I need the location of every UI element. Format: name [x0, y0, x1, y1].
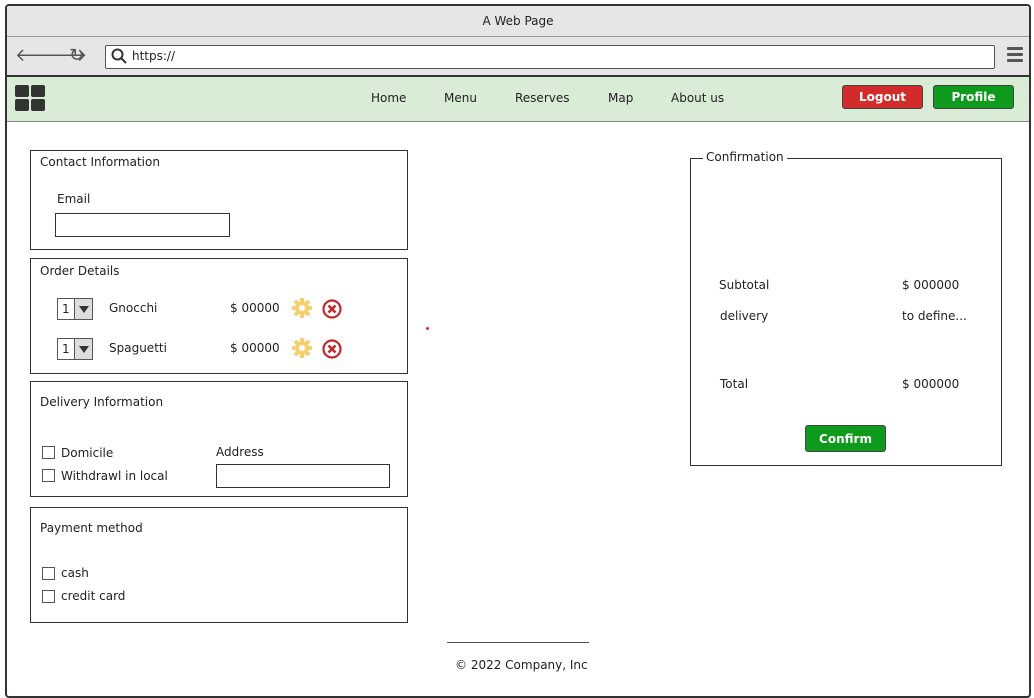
contact-title: Contact Information [40, 155, 160, 169]
payment-title: Payment method [40, 521, 143, 535]
quantity-value: 1 [62, 342, 70, 356]
item-price: $ 00000 [230, 301, 280, 315]
quantity-select-spaguetti[interactable]: 1 [57, 338, 93, 360]
order-title: Order Details [40, 264, 120, 278]
subtotal-label: Subtotal [719, 278, 770, 292]
chevron-down-icon [74, 299, 92, 319]
email-label: Email [57, 192, 91, 206]
address-bar: 🡐 🡒 ↻ https:// [7, 37, 1029, 77]
logout-button[interactable]: Logout [842, 85, 923, 109]
total-label: Total [720, 377, 749, 391]
nav-home[interactable]: Home [371, 91, 406, 105]
gear-icon[interactable] [291, 337, 313, 359]
refresh-icon[interactable]: ↻ [69, 46, 84, 66]
footer-divider [447, 642, 589, 643]
delete-icon[interactable] [322, 339, 342, 359]
item-name: Spaguetti [109, 341, 167, 355]
confirm-button[interactable]: Confirm [805, 425, 886, 452]
window-title: A Web Page [482, 14, 554, 28]
quantity-select-gnocchi[interactable]: 1 [57, 298, 93, 320]
gear-icon[interactable] [291, 297, 313, 319]
cash-label: cash [61, 566, 89, 580]
delete-icon[interactable] [322, 299, 342, 319]
profile-button[interactable]: Profile [933, 85, 1014, 109]
credit-card-checkbox[interactable] [42, 590, 55, 603]
domicile-label: Domicile [61, 446, 114, 460]
item-name: Gnocchi [109, 301, 158, 315]
delivery-title: Delivery Information [40, 395, 164, 409]
footer-text: © 2022 Company, Inc [455, 658, 588, 672]
withdrawl-label: Withdrawl in local [61, 469, 168, 483]
site-navbar: Home Menu Reserves Map About us Logout P… [7, 77, 1029, 122]
withdrawl-checkbox[interactable] [42, 469, 55, 482]
window-titlebar: A Web Page [7, 6, 1029, 37]
nav-map[interactable]: Map [608, 91, 633, 105]
item-price: $ 00000 [230, 341, 280, 355]
contact-panel: Contact Information Email [30, 150, 408, 250]
total-value: $ 000000 [902, 377, 960, 391]
browser-window: A Web Page 🡐 🡒 ↻ https:// Home Menu Rese… [5, 4, 1031, 698]
delivery-label: delivery [720, 309, 769, 323]
menu-hamburger-icon[interactable] [1007, 47, 1023, 63]
address-label: Address [216, 445, 264, 459]
email-field[interactable] [55, 213, 230, 237]
order-panel: Order Details 1 Gnocchi $ 00000 1 Spague… [30, 258, 408, 374]
credit-card-label: credit card [61, 589, 126, 603]
payment-panel: Payment method cash credit card [30, 507, 408, 623]
search-icon [111, 48, 127, 64]
subtotal-value: $ 000000 [902, 278, 960, 292]
cash-checkbox[interactable] [42, 567, 55, 580]
nav-menu[interactable]: Menu [444, 91, 477, 105]
delivery-panel: Delivery Information Domicile Withdrawl … [30, 381, 408, 497]
address-field[interactable] [216, 464, 390, 488]
nav-reserves[interactable]: Reserves [515, 91, 570, 105]
quantity-value: 1 [62, 302, 70, 316]
marker-dot [426, 327, 429, 330]
chevron-down-icon [74, 339, 92, 359]
url-input[interactable]: https:// [105, 45, 995, 69]
confirmation-panel: Confirmation Subtotal $ 000000 delivery … [690, 150, 1002, 466]
url-text: https:// [132, 49, 176, 63]
app-grid-icon[interactable] [15, 85, 47, 113]
domicile-checkbox[interactable] [42, 446, 55, 459]
confirmation-legend: Confirmation [703, 150, 787, 164]
nav-about-us[interactable]: About us [671, 91, 724, 105]
delivery-value: to define... [902, 309, 967, 323]
